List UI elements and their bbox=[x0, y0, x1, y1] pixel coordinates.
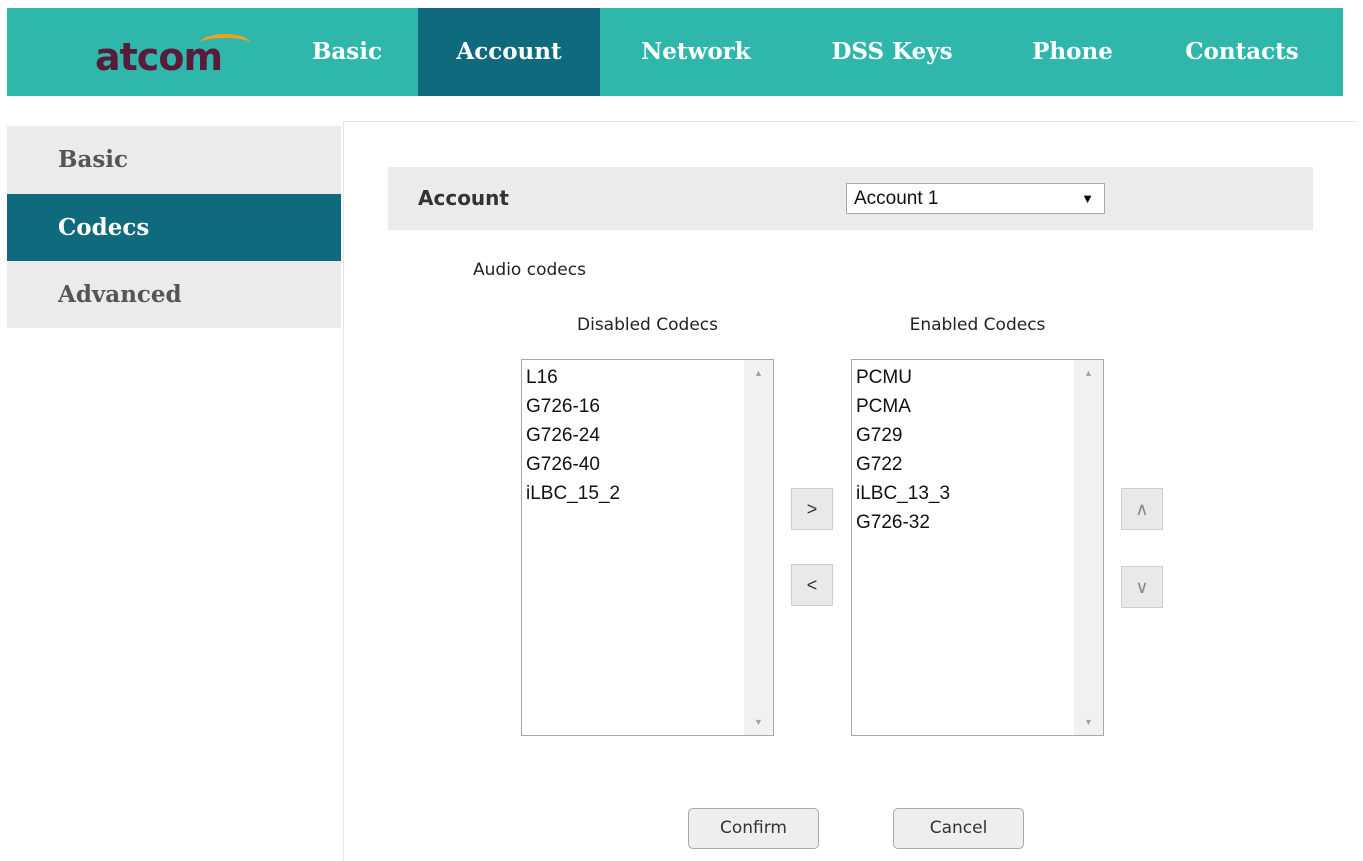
confirm-button[interactable]: Confirm bbox=[688, 808, 819, 849]
sidebar-item-codecs[interactable]: Codecs bbox=[7, 194, 341, 261]
nav-tab-phone[interactable]: Phone bbox=[1015, 8, 1130, 96]
enabled-codec-item[interactable]: G722 bbox=[856, 450, 1103, 479]
account-label: Account bbox=[418, 186, 509, 210]
disabled-codecs-list[interactable]: L16 G726-16 G726-24 G726-40 iLBC_15_2 ▲ … bbox=[521, 359, 774, 736]
enabled-codec-item[interactable]: PCMA bbox=[856, 392, 1103, 421]
enabled-codec-item[interactable]: G726-32 bbox=[856, 508, 1103, 537]
disabled-codec-item[interactable]: L16 bbox=[526, 363, 773, 392]
scroll-up-icon[interactable]: ▲ bbox=[744, 368, 773, 378]
scroll-down-icon[interactable]: ▼ bbox=[1074, 717, 1103, 727]
nav-tab-contacts[interactable]: Contacts bbox=[1167, 8, 1317, 96]
top-navigation-bar: atcom Basic Account Network DSS Keys Pho… bbox=[7, 8, 1343, 96]
nav-tab-dss-keys[interactable]: DSS Keys bbox=[807, 8, 977, 96]
audio-codecs-label: Audio codecs bbox=[473, 260, 586, 280]
move-up-button[interactable]: ∧ bbox=[1121, 488, 1163, 530]
scroll-down-icon[interactable]: ▼ bbox=[744, 717, 773, 727]
enabled-codec-item[interactable]: iLBC_13_3 bbox=[856, 479, 1103, 508]
nav-tab-basic[interactable]: Basic bbox=[297, 8, 397, 96]
disabled-codec-item[interactable]: G726-16 bbox=[526, 392, 773, 421]
sidebar: Basic Codecs Advanced bbox=[7, 126, 341, 328]
move-to-enabled-button[interactable]: > bbox=[791, 488, 833, 530]
disabled-codec-item[interactable]: G726-24 bbox=[526, 421, 773, 450]
sidebar-item-advanced[interactable]: Advanced bbox=[7, 261, 341, 328]
move-to-disabled-button[interactable]: < bbox=[791, 564, 833, 606]
scroll-up-icon[interactable]: ▲ bbox=[1074, 368, 1103, 378]
disabled-list-scrollbar[interactable]: ▲ ▼ bbox=[744, 360, 773, 735]
disabled-codecs-label: Disabled Codecs bbox=[577, 315, 718, 335]
dropdown-arrow-icon: ▼ bbox=[1081, 191, 1094, 206]
content-divider-top bbox=[343, 121, 1356, 122]
account-select[interactable]: Account 1 ▼ bbox=[846, 183, 1105, 214]
disabled-codec-item[interactable]: G726-40 bbox=[526, 450, 773, 479]
sidebar-item-basic[interactable]: Basic bbox=[7, 126, 341, 193]
account-selector-bar: Account Account 1 ▼ bbox=[388, 167, 1313, 230]
content-divider-side bbox=[343, 121, 344, 861]
move-down-button[interactable]: ∨ bbox=[1121, 566, 1163, 608]
logo-swoosh bbox=[200, 34, 250, 52]
enabled-codec-item[interactable]: G729 bbox=[856, 421, 1103, 450]
nav-tab-account[interactable]: Account bbox=[418, 8, 600, 96]
enabled-list-scrollbar[interactable]: ▲ ▼ bbox=[1074, 360, 1103, 735]
enabled-codecs-list[interactable]: PCMU PCMA G729 G722 iLBC_13_3 G726-32 ▲ … bbox=[851, 359, 1104, 736]
cancel-button[interactable]: Cancel bbox=[893, 808, 1024, 849]
disabled-codec-item[interactable]: iLBC_15_2 bbox=[526, 479, 773, 508]
nav-tab-network[interactable]: Network bbox=[620, 8, 772, 96]
account-select-value: Account 1 bbox=[854, 188, 939, 209]
atcom-logo: atcom bbox=[95, 34, 255, 80]
enabled-codec-item[interactable]: PCMU bbox=[856, 363, 1103, 392]
enabled-codecs-label: Enabled Codecs bbox=[909, 315, 1046, 335]
